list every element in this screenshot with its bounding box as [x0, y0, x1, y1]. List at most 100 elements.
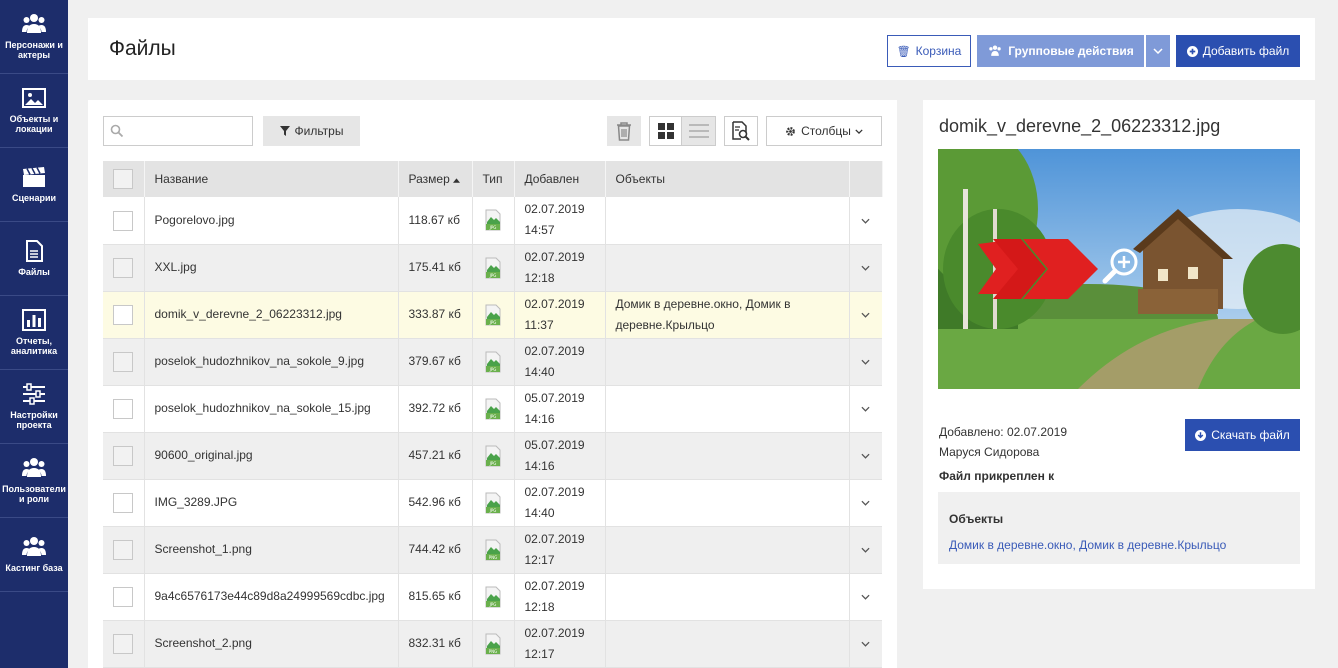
table-row[interactable]: domik_v_derevne_2_06223312.jpg 333.87 кб J… [103, 291, 882, 339]
row-expand-button[interactable] [849, 197, 882, 245]
row-expand-button[interactable] [849, 244, 882, 292]
table-row[interactable]: Screenshot_2.png 832.31 кб PNG 02.07.2019 12… [103, 620, 882, 668]
row-expand-button[interactable] [849, 479, 882, 527]
column-header-type[interactable]: Тип [472, 161, 515, 197]
file-type-cell: JPG [472, 338, 515, 386]
jpg-file-icon: JPG [485, 304, 501, 325]
column-header-size[interactable]: Размер [398, 161, 473, 197]
file-type-label: PNG [489, 649, 498, 654]
sidebar-item-casting[interactable]: Кастинг база [0, 518, 68, 592]
row-select-cell [103, 479, 145, 527]
column-header-actions [849, 161, 883, 197]
group-actions-dropdown[interactable] [1146, 35, 1170, 67]
row-checkbox[interactable] [113, 445, 134, 466]
row-expand-button[interactable] [849, 385, 882, 433]
objects-cell [605, 573, 850, 621]
sidebar-item-label: Настройки проекта [10, 410, 58, 430]
details-author: Маруся Сидорова [939, 445, 1040, 459]
row-checkbox[interactable] [113, 539, 134, 560]
sidebar-item-files[interactable]: Файлы [0, 222, 68, 296]
row-checkbox[interactable] [113, 351, 134, 372]
file-name-cell[interactable]: 90600_original.jpg [144, 432, 399, 480]
added-time: 14:57 [524, 223, 555, 238]
list-view-button[interactable] [682, 116, 716, 146]
preview-search-button[interactable] [724, 116, 758, 146]
table-row[interactable]: IMG_3289.JPG 542.96 кб JPG 02.07.2019 14:40 [103, 479, 882, 527]
add-file-button[interactable]: Добавить файл [1176, 35, 1300, 67]
chevron-down-icon [861, 218, 870, 224]
table-row[interactable]: Pogorelovo.jpg 118.67 кб JPG 02.07.2019 14:5… [103, 197, 882, 245]
row-expand-button[interactable] [849, 620, 882, 668]
table-row[interactable]: Screenshot_1.png 744.42 кб PNG 02.07.2019 12… [103, 526, 882, 574]
added-date: 02.07.2019 [524, 249, 585, 264]
village-house-image [938, 149, 1300, 389]
columns-button[interactable]: Столбцы [766, 116, 882, 146]
table-row[interactable]: poselok_hudozhnikov_na_sokole_15.jpg 392.… [103, 385, 882, 433]
file-name-cell[interactable]: 9a4c6576173e44c89d8a24999569cdbc.jpg [144, 573, 399, 621]
list-icon [688, 124, 709, 138]
file-name-cell[interactable]: Screenshot_1.png [144, 526, 399, 574]
column-header-added[interactable]: Добавлен [514, 161, 606, 197]
file-name-cell[interactable]: poselok_hudozhnikov_na_sokole_15.jpg [144, 385, 399, 433]
row-checkbox[interactable] [113, 492, 134, 513]
trash-button[interactable]: 🗑 Корзина [887, 35, 971, 67]
row-select-cell [103, 244, 145, 292]
table-row[interactable]: XXL.jpg 175.41 кб JPG 02.07.2019 12:18 [103, 244, 882, 292]
file-name-cell[interactable]: domik_v_derevne_2_06223312.jpg [144, 291, 399, 339]
row-expand-button[interactable] [849, 338, 882, 386]
download-file-button[interactable]: Скачать файл [1185, 419, 1300, 451]
column-header-objects[interactable]: Объекты [605, 161, 850, 197]
row-select-cell [103, 338, 145, 386]
row-select-cell [103, 526, 145, 574]
row-checkbox[interactable] [113, 210, 134, 231]
file-name-cell[interactable]: IMG_3289.JPG [144, 479, 399, 527]
row-expand-button[interactable] [849, 573, 882, 621]
row-expand-button[interactable] [849, 291, 882, 339]
added-cell: 02.07.2019 12:18 [514, 573, 606, 621]
sidebar-item-label: Отчеты, аналитика [10, 336, 58, 356]
objects-link[interactable]: Домик в деревне.окно, Домик в деревне.Кр… [949, 538, 1226, 552]
file-name-cell[interactable]: XXL.jpg [144, 244, 399, 292]
row-select-cell [103, 197, 145, 245]
row-select-cell [103, 291, 145, 339]
sidebar-item-scenarios[interactable]: Сценарии [0, 148, 68, 222]
row-checkbox[interactable] [113, 398, 134, 419]
sidebar-item-characters[interactable]: Персонажи и актеры [0, 0, 68, 74]
select-all-checkbox[interactable] [113, 169, 134, 189]
row-expand-button[interactable] [849, 526, 882, 574]
chevron-down-icon [861, 594, 870, 600]
added-cell: 02.07.2019 14:40 [514, 338, 606, 386]
sort-up-icon [453, 178, 461, 183]
grid-view-button[interactable] [649, 116, 682, 146]
sidebar-item-reports[interactable]: Отчеты, аналитика [0, 296, 68, 370]
sidebar-item-objects[interactable]: Объекты и локации [0, 74, 68, 148]
file-name-cell[interactable]: Pogorelovo.jpg [144, 197, 399, 245]
row-checkbox[interactable] [113, 257, 134, 278]
jpg-file-icon: JPG [485, 492, 501, 513]
column-header-name[interactable]: Название [144, 161, 399, 197]
table-row[interactable]: 90600_original.jpg 457.21 кб JPG 05.07.2019… [103, 432, 882, 480]
sidebar-item-settings[interactable]: Настройки проекта [0, 370, 68, 444]
objects-heading: Объекты [949, 512, 1004, 526]
sidebar-item-label: Файлы [18, 267, 50, 277]
file-name-cell[interactable]: poselok_hudozhnikov_na_sokole_9.jpg [144, 338, 399, 386]
chevron-down-icon [855, 128, 863, 134]
table-row[interactable]: poselok_hudozhnikov_na_sokole_9.jpg 379.6… [103, 338, 882, 386]
delete-button[interactable] [607, 116, 641, 146]
row-expand-button[interactable] [849, 432, 882, 480]
search-box[interactable] [103, 116, 253, 146]
filters-button[interactable]: Фильтры [263, 116, 360, 146]
group-actions-button[interactable]: Групповые действия [977, 35, 1144, 67]
file-name-cell[interactable]: Screenshot_2.png [144, 620, 399, 668]
added-date: 02.07.2019 [524, 343, 585, 358]
column-header-size-label: Размер [408, 172, 450, 186]
row-checkbox[interactable] [113, 304, 134, 325]
file-type-label: JPG [489, 225, 497, 230]
row-checkbox[interactable] [113, 586, 134, 607]
row-checkbox[interactable] [113, 633, 134, 654]
chevron-down-icon [861, 406, 870, 412]
details-added-info: Добавлено: 02.07.2019 Маруся Сидорова [939, 422, 1067, 462]
image-preview[interactable] [938, 149, 1300, 389]
sidebar-item-users[interactable]: Пользователи и роли [0, 444, 68, 518]
table-row[interactable]: 9a4c6576173e44c89d8a24999569cdbc.jpg 815.… [103, 573, 882, 621]
